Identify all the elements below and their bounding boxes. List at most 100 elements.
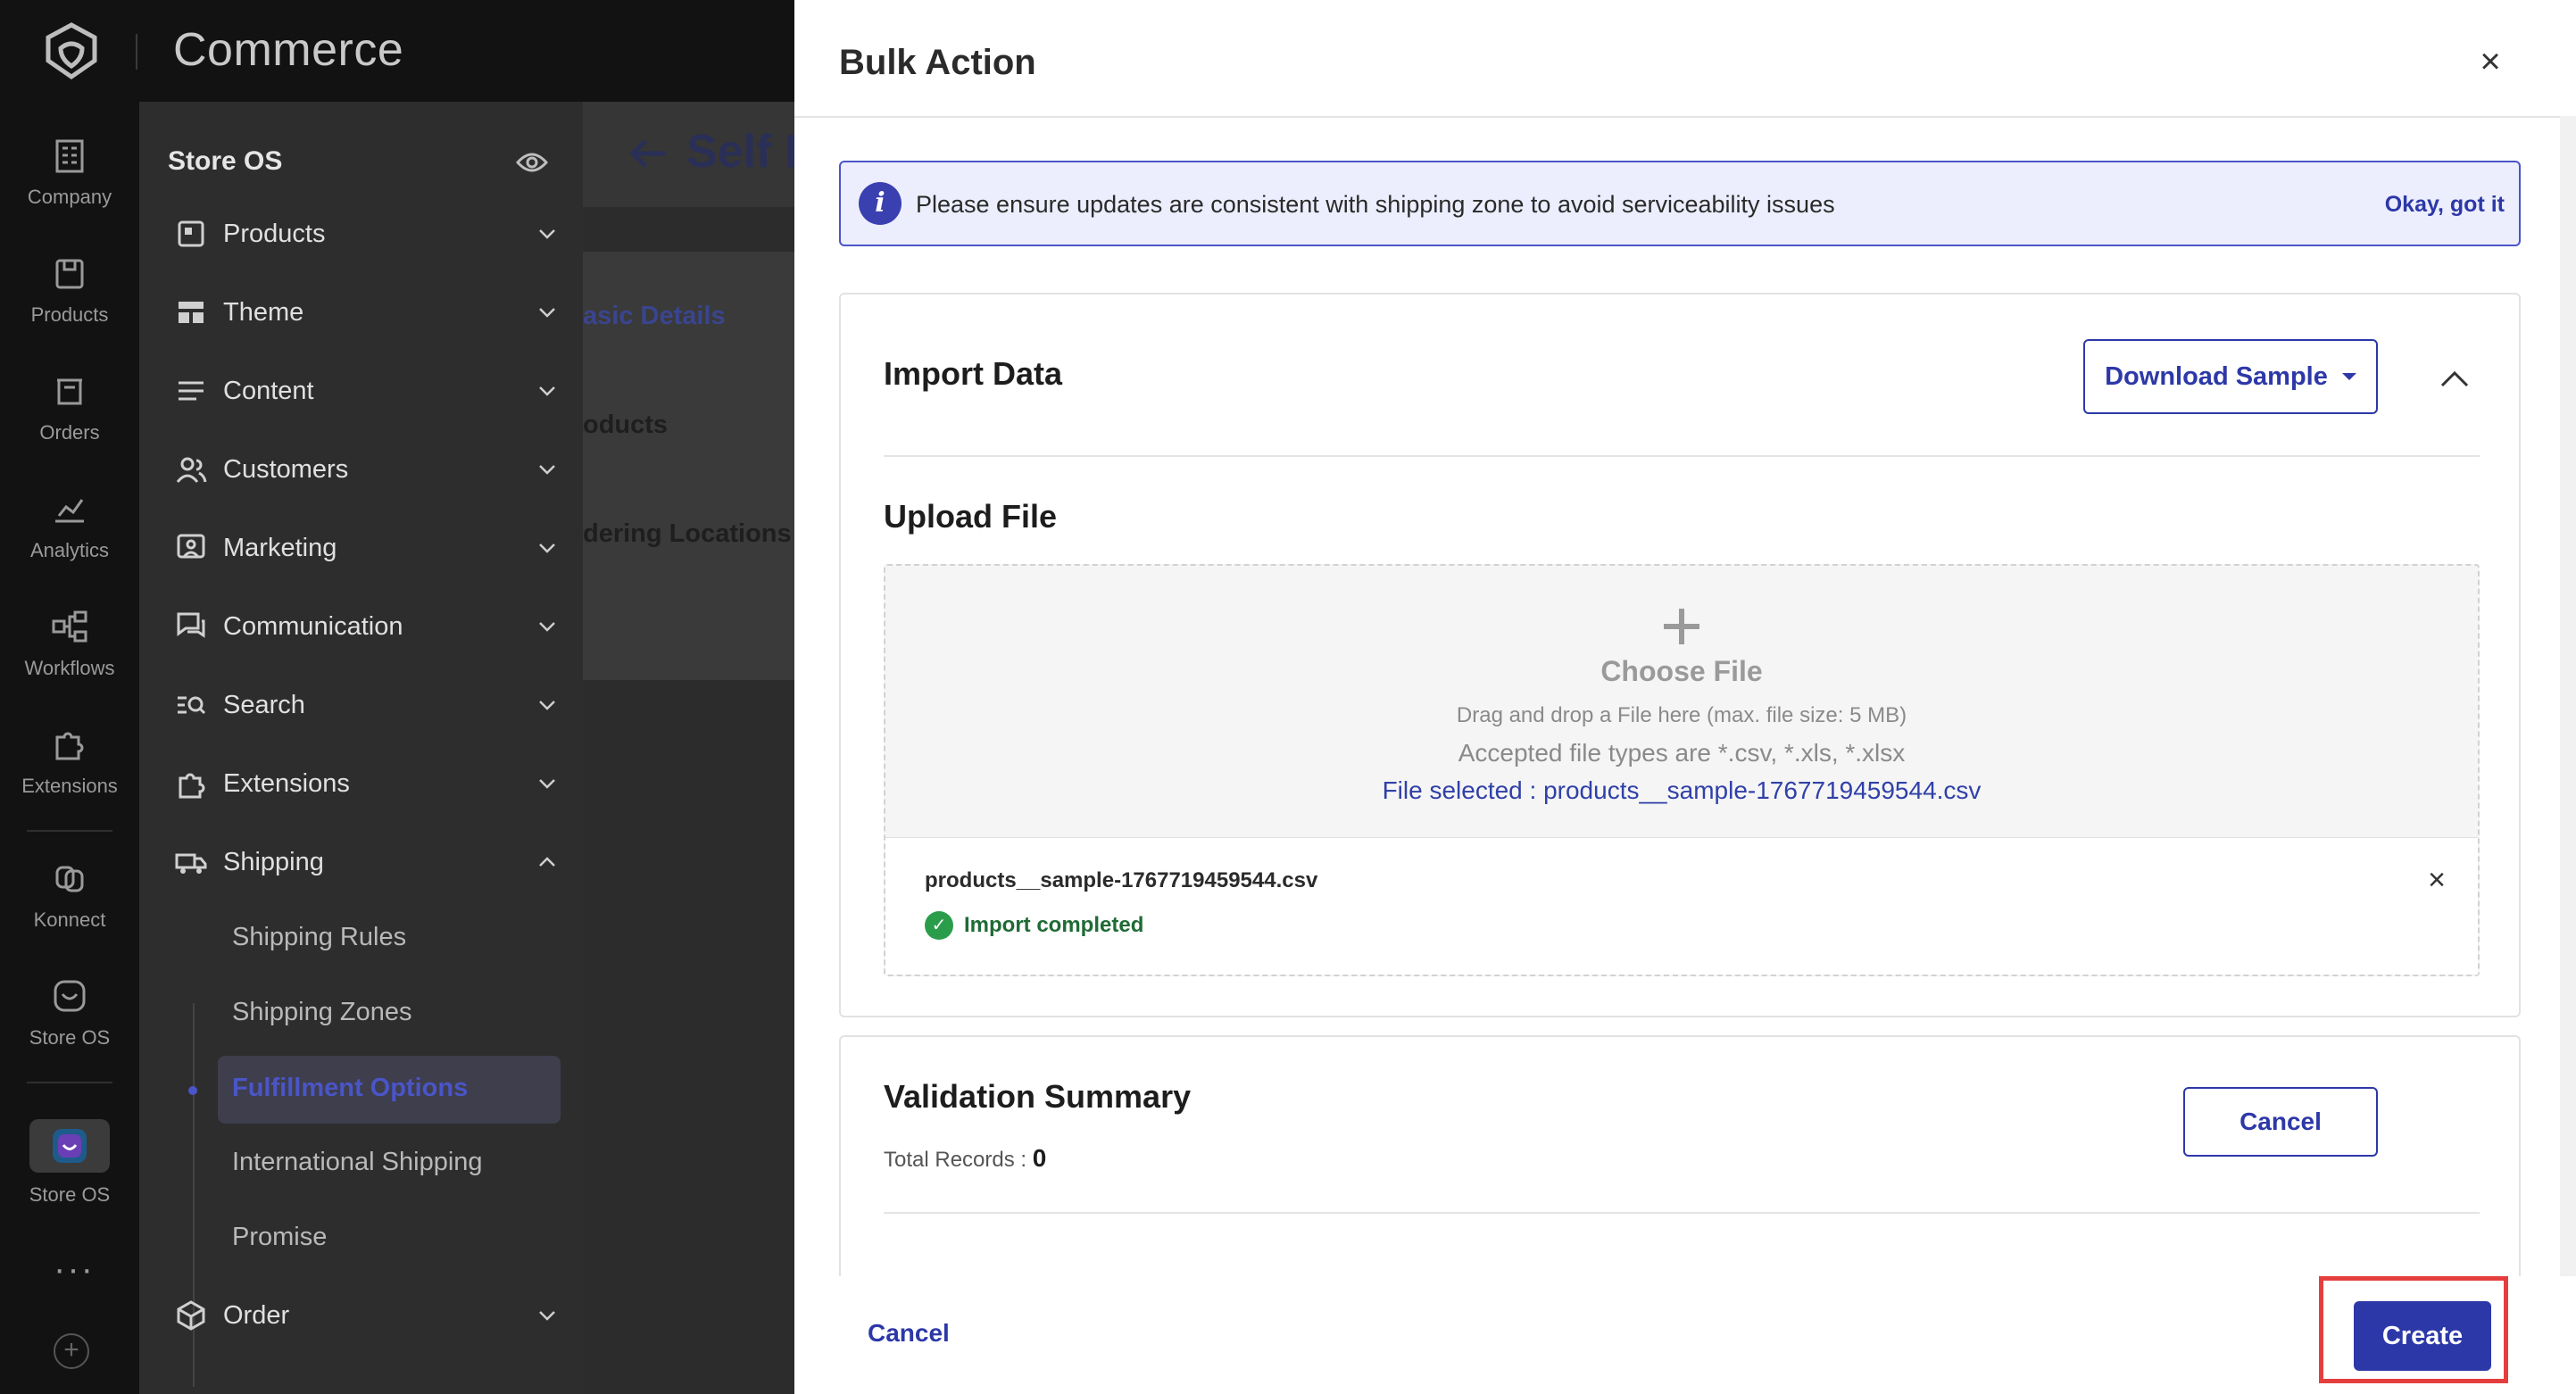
remove-file-icon[interactable]: ×	[2421, 865, 2453, 897]
rail-item-products[interactable]: Products	[0, 253, 139, 327]
close-icon[interactable]: ×	[2476, 44, 2505, 79]
sidebar-item-label: Order	[223, 1300, 290, 1330]
store-os-sidebar: Store OS Products Theme Content Customer…	[139, 102, 583, 1394]
background-nav-ordering-locations[interactable]: dering Locations	[583, 519, 792, 549]
file-selected-text: File selected : products__sample-1767719…	[1382, 776, 1982, 804]
sidebar-item-customers[interactable]: Customers	[175, 443, 559, 496]
sidebar-subitem-promise[interactable]: Promise	[232, 1223, 327, 1252]
background-page-header: Self F	[583, 102, 794, 207]
chevron-down-icon	[539, 779, 555, 789]
rail-item-extensions[interactable]: Extensions	[0, 725, 139, 798]
rail-label: Analytics	[29, 539, 110, 561]
rail-item-konnect[interactable]: Konnect	[0, 859, 139, 932]
plus-icon	[1664, 609, 1699, 644]
chevron-down-icon	[539, 465, 555, 475]
sidebar-item-content[interactable]: Content	[175, 364, 559, 418]
sidebar-subitem-fulfillment-options[interactable]: Fulfillment Options	[218, 1056, 561, 1124]
create-button[interactable]: Create	[2354, 1301, 2491, 1371]
chart-icon	[55, 499, 84, 523]
sidebar-item-shipping[interactable]: Shipping	[175, 835, 559, 889]
chevron-down-icon	[539, 1311, 555, 1321]
sidebar-subitem-label: Fulfillment Options	[232, 1074, 469, 1102]
sidebar-item-search[interactable]: Search	[175, 678, 559, 732]
validation-cancel-button[interactable]: Cancel	[2183, 1087, 2378, 1157]
chevron-up-icon[interactable]	[2439, 362, 2471, 394]
sidebar-item-marketing[interactable]: Marketing	[175, 521, 559, 575]
rail-label: Extensions	[21, 775, 118, 797]
banner-message: Please ensure updates are consistent wit…	[916, 191, 1835, 218]
back-arrow-icon[interactable]	[627, 132, 670, 175]
products-icon	[178, 220, 204, 247]
check-circle-icon: ✓	[925, 911, 953, 940]
marketing-icon	[177, 534, 205, 559]
chevron-down-icon	[539, 543, 555, 553]
store-os-app-icon	[53, 1129, 87, 1163]
brand-name: Commerce	[173, 24, 404, 76]
info-banner: i Please ensure updates are consistent w…	[839, 161, 2521, 246]
choose-file-link[interactable]: Choose File	[885, 655, 2478, 688]
brand-logo-icon[interactable]	[39, 20, 104, 84]
sidebar-item-order[interactable]: Order	[175, 1289, 559, 1342]
eye-icon[interactable]	[514, 145, 550, 180]
rail-item-store-os[interactable]: Store OS	[0, 976, 139, 1050]
rail-item-orders[interactable]: Orders	[0, 371, 139, 444]
download-sample-button[interactable]: Download Sample	[2083, 339, 2378, 414]
top-bar: Commerce	[0, 0, 794, 102]
sidebar-item-label: Extensions	[223, 768, 350, 798]
rail-divider	[27, 1082, 112, 1083]
sidebar-item-theme[interactable]: Theme	[175, 286, 559, 339]
rail-item-company[interactable]: Company	[0, 136, 139, 209]
download-sample-label: Download Sample	[2105, 361, 2328, 391]
rail-label: Company	[27, 186, 112, 208]
sidebar-item-label: Content	[223, 376, 314, 405]
chevron-down-icon	[539, 622, 555, 632]
sidebar-item-label: Customers	[223, 454, 349, 484]
sidebar-item-extensions[interactable]: Extensions	[175, 757, 559, 810]
building-icon	[55, 139, 84, 173]
link-icon	[55, 866, 84, 892]
store-os-icon	[54, 980, 86, 1012]
import-data-heading: Import Data	[884, 355, 1063, 392]
total-records-label: Total Records :	[884, 1148, 1033, 1172]
uploaded-file-name: products__sample-1767719459544.csv	[925, 868, 1318, 892]
background-page: Self F asic Details oducts dering Locati…	[583, 102, 794, 1394]
background-page-title: Self F	[686, 126, 794, 178]
sidebar-item-label: Theme	[223, 297, 304, 327]
sidebar-item-label: Marketing	[223, 533, 337, 562]
modal-scrollbar[interactable]	[2560, 116, 2576, 1276]
rail-item-analytics[interactable]: Analytics	[0, 489, 139, 562]
chevron-down-icon	[539, 701, 555, 710]
chevron-up-icon	[539, 857, 555, 867]
bulk-action-modal: Bulk Action × i Please ensure updates ar…	[794, 0, 2576, 1394]
box-icon	[55, 259, 84, 289]
validation-summary-card: Validation Summary Total Records : 0 Can…	[839, 1035, 2521, 1294]
modal-title: Bulk Action	[839, 43, 1036, 82]
sidebar-item-products[interactable]: Products	[175, 207, 559, 261]
sidebar-subitem-international-shipping[interactable]: International Shipping	[232, 1148, 483, 1177]
add-app-icon[interactable]: +	[54, 1333, 89, 1369]
file-dropzone[interactable]: Choose File Drag and drop a File here (m…	[884, 564, 2480, 976]
info-icon: i	[859, 182, 902, 225]
drag-drop-hint: Drag and drop a File here (max. file siz…	[1456, 703, 1907, 727]
sidebar-item-label: Shipping	[223, 847, 324, 876]
sidebar-item-communication[interactable]: Communication	[175, 600, 559, 653]
rail-label: Workflows	[24, 657, 115, 679]
order-icon	[177, 1300, 205, 1331]
total-records-value: 0	[1032, 1144, 1047, 1172]
communication-icon	[177, 612, 205, 638]
section-divider	[884, 1212, 2480, 1214]
accepted-types-text: Accepted file types are *.csv, *.xls, *.…	[1458, 739, 1906, 767]
more-apps-icon[interactable]: ···	[54, 1249, 95, 1290]
sidebar-subitem-shipping-zones[interactable]: Shipping Zones	[232, 998, 412, 1027]
dismiss-banner-link[interactable]: Okay, got it	[2385, 192, 2505, 218]
sidebar-subitem-shipping-rules[interactable]: Shipping Rules	[232, 923, 406, 952]
rail-item-store-os-app[interactable]: Store OS	[0, 1119, 139, 1207]
truck-icon	[175, 853, 207, 874]
sidebar-item-label: Search	[223, 690, 305, 719]
background-nav-products[interactable]: oducts	[583, 411, 668, 440]
background-nav-basic-details[interactable]: asic Details	[583, 302, 726, 331]
workflow-icon	[52, 610, 87, 643]
sidebar-item-label: Products	[223, 219, 326, 248]
rail-item-workflows[interactable]: Workflows	[0, 607, 139, 680]
footer-cancel-button[interactable]: Cancel	[868, 1319, 950, 1348]
